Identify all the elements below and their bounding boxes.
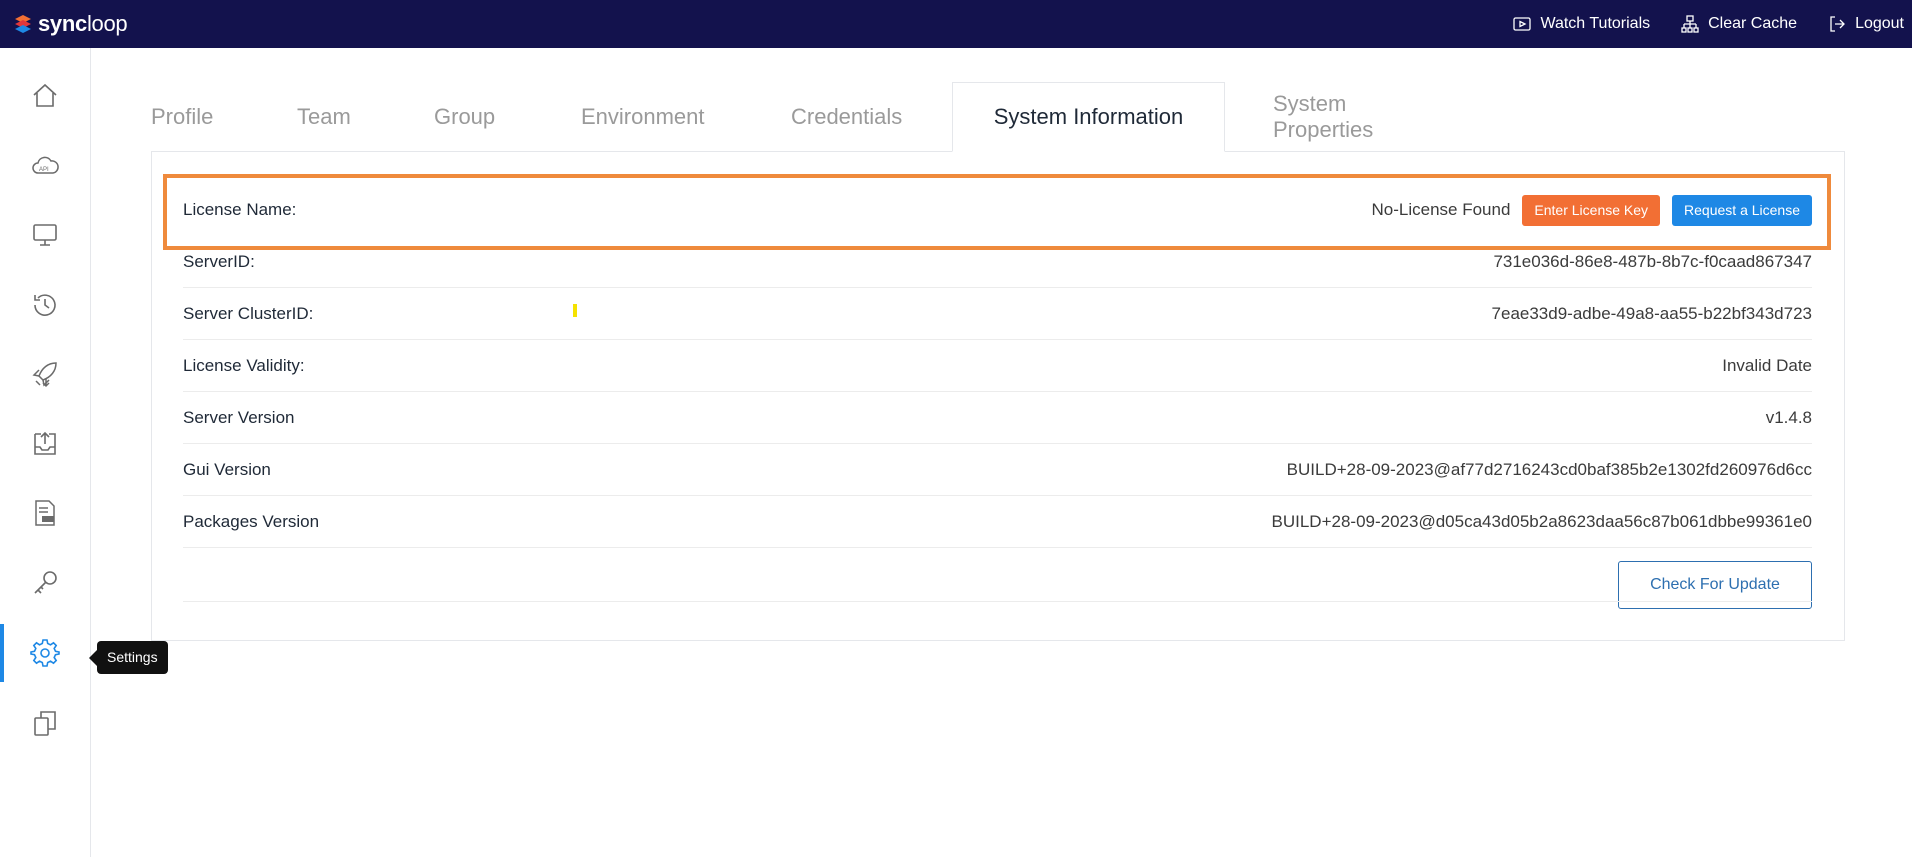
cache-icon [1681,15,1699,33]
settings-gear-icon [30,639,60,667]
tab-team[interactable]: Team [297,82,434,152]
settings-tooltip: Settings [89,641,168,674]
gui-version-value: BUILD+28-09-2023@af77d2716243cd0baf385b2… [1286,459,1812,479]
server-version-value: v1.4.8 [1765,407,1812,427]
watch-tutorials-button[interactable]: Watch Tutorials [1512,14,1650,34]
log-file-icon: LOG [35,500,55,526]
play-icon [1513,17,1532,31]
cursor-marker [573,304,577,317]
enter-license-key-button[interactable]: Enter License Key [1522,194,1661,226]
logout-label: Logout [1855,15,1904,32]
license-row: License Name: No-License Found Enter Lic… [183,184,1812,236]
cluster-id-value: 7eae33d9-adbe-49a8-aa55-b22bf343d723 [1491,303,1812,323]
clear-cache-button[interactable]: Clear Cache [1680,14,1797,34]
tab-credentials[interactable]: Credentials [791,82,952,152]
packages-version-value: BUILD+28-09-2023@d05ca43d05b2a8623daa56c… [1271,511,1813,531]
tab-system-properties[interactable]: System Properties [1225,82,1445,152]
info-row-packages-version: Packages Version BUILD+28-09-2023@d05ca4… [183,496,1812,548]
svg-text:API: API [39,167,49,173]
info-row-gui-version: Gui Version BUILD+28-09-2023@af77d271624… [183,444,1812,496]
syncloop-logo-icon [15,15,31,33]
deploy-rocket-icon [32,362,57,388]
tab-group[interactable]: Group [434,82,581,152]
license-status: No-License Found [1371,200,1511,219]
packages-version-label: Packages Version [183,511,320,531]
settings-tabs: Profile Team Group Environment Credentia… [151,82,1445,152]
divider [183,601,1812,602]
copy-icon [34,711,56,736]
watch-tutorials-label: Watch Tutorials [1540,15,1651,32]
key-icon [34,571,57,594]
monitor-icon [33,224,57,246]
sidebar-item-keys[interactable] [0,554,90,612]
gui-version-label: Gui Version [183,459,271,479]
inbox-upload-icon [34,431,56,455]
tab-system-information[interactable]: System Information [952,82,1225,152]
license-validity-value: Invalid Date [1722,355,1812,375]
top-bar: syncloop Watch Tutorials Clear Cache Log… [0,0,1912,48]
sidebar-item-copy[interactable] [0,694,90,752]
license-validity-label: License Validity: [183,355,305,375]
sidebar-item-home[interactable] [0,67,90,125]
home-icon [33,83,57,107]
brand-logo[interactable]: syncloop [0,0,128,48]
tab-profile[interactable]: Profile [151,82,297,152]
sidebar-item-inbox[interactable] [0,415,90,473]
svg-text:LOG: LOG [43,517,54,523]
sidebar-item-history[interactable] [0,276,90,334]
api-cloud-icon: API [32,156,59,174]
server-id-value: 731e036d-86e8-487b-8b7c-f0caad867347 [1493,251,1812,271]
sidebar-item-logs[interactable]: LOG [0,484,90,542]
history-clock-icon [34,294,56,316]
license-name-label: License Name: [183,200,297,219]
info-row-server-id: ServerID: 731e036d-86e8-487b-8b7c-f0caad… [183,236,1812,288]
request-license-button[interactable]: Request a License [1672,194,1812,226]
info-row-cluster-id: Server ClusterID: 7eae33d9-adbe-49a8-aa5… [183,288,1812,340]
brand-name: syncloop [38,11,128,36]
info-row-server-version: Server Version v1.4.8 [183,392,1812,444]
sidebar-item-settings[interactable] [0,624,90,682]
sidebar-item-api[interactable]: API [0,137,90,195]
sidebar-item-deploy[interactable] [0,345,90,403]
server-id-label: ServerID: [183,251,255,271]
cluster-id-label: Server ClusterID: [183,303,314,323]
logout-icon [1830,16,1845,32]
logout-button[interactable]: Logout [1827,14,1904,34]
clear-cache-label: Clear Cache [1708,15,1798,32]
server-version-label: Server Version [183,407,295,427]
sidebar-item-monitor[interactable] [0,206,90,264]
sidebar: API LOG [0,48,91,857]
info-row-license-validity: License Validity: Invalid Date [183,340,1812,392]
tab-environment[interactable]: Environment [581,82,791,152]
